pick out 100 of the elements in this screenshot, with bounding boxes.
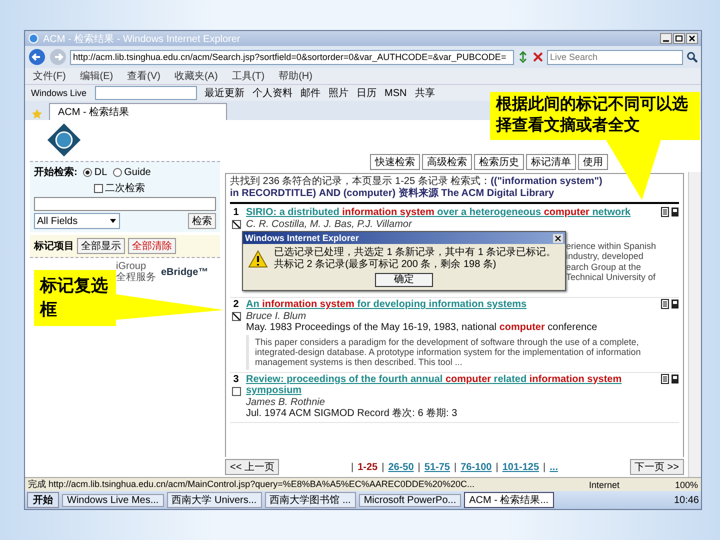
- page-separator: |: [496, 462, 498, 472]
- abstract-text: This paper considers a paradigm for the development of software through the use of a complete, integrated-design database. A prototype information system for the implementation of information management systems is then described. This tool ...: [255, 336, 642, 368]
- page-link[interactable]: ...: [550, 462, 558, 472]
- field-select[interactable]: All Fields: [34, 213, 120, 229]
- toolbar-link[interactable]: 最近更新: [204, 86, 245, 100]
- taskbar-button[interactable]: Windows Live Mes...: [62, 494, 164, 506]
- previous-page-button[interactable]: << 上一页: [225, 459, 280, 475]
- search-icon[interactable]: [686, 51, 698, 63]
- mark-checkbox[interactable]: [232, 220, 240, 229]
- result-number: 1: [233, 207, 239, 218]
- menu-item[interactable]: 编辑(E): [80, 69, 114, 83]
- toolbar-link[interactable]: 照片: [328, 86, 349, 100]
- result-source: May. 1983 Proceedings of the May 16-19, 1983, national computer conference: [246, 322, 598, 334]
- page-separator: |: [543, 462, 546, 472]
- fulltext-icon[interactable]: [671, 374, 679, 384]
- refine-checkbox[interactable]: 二次检索: [94, 181, 216, 195]
- result-source: Jul. 1974 ACM SIGMOD Record 卷次: 6 卷期: 3: [246, 408, 458, 420]
- query-field[interactable]: [34, 197, 216, 211]
- toolbar-link[interactable]: MSN: [384, 88, 407, 98]
- dialog-message: 已选记录已处理，共选定 1 条新记录，其中有 1 条记录已标记。: [274, 247, 556, 258]
- page-separator: |: [454, 462, 457, 472]
- result-authors: Bruce I. Blum: [246, 310, 308, 322]
- live-search-field[interactable]: [94, 86, 197, 100]
- stop-icon[interactable]: [532, 51, 544, 63]
- nav-button[interactable]: 高级检索: [422, 154, 472, 170]
- menu-item[interactable]: 文件(F): [33, 69, 66, 83]
- result-title-link[interactable]: An information system for developing information systems: [246, 299, 527, 310]
- taskbar-button[interactable]: ACM - 检索结果...: [464, 492, 554, 508]
- abstract-icon[interactable]: [661, 374, 669, 384]
- dialog-message: 共标记 2 条记录(最多可标记 200 条，剩余 198 条): [274, 258, 498, 270]
- abstract-icon[interactable]: [661, 299, 669, 309]
- globe-icon: [28, 33, 39, 44]
- result-title-link[interactable]: Review: proceedings of the fourth annual computer related information system symposium: [246, 374, 655, 397]
- page-link[interactable]: 51-75: [424, 462, 450, 472]
- taskbar-button[interactable]: Microsoft PowerPo...: [358, 494, 462, 506]
- marked-button[interactable]: 全部清除: [128, 238, 176, 254]
- taskbar-button[interactable]: 西南大学图书馆 ...: [264, 492, 356, 508]
- mark-checkbox[interactable]: [232, 386, 240, 396]
- toolbar-link[interactable]: 日历: [356, 86, 377, 100]
- windows-live-label: Windows Live: [31, 88, 87, 98]
- address-field[interactable]: http://acm.lib.tsinghua.edu.cn/acm/Search.jsp?sortfield=0&sortorder=0&var_AUTHCODE=&var_PUBCODE=: [70, 50, 514, 64]
- result-number: 2: [233, 299, 239, 310]
- result-title-link[interactable]: SIRIO: a distributed information system over a heterogeneous computer network: [246, 207, 631, 218]
- source-radio[interactable]: Guide: [113, 166, 151, 178]
- abstract-icon[interactable]: [661, 207, 669, 217]
- nav-button[interactable]: 标记清单: [526, 154, 576, 170]
- source-radio[interactable]: DL: [83, 166, 108, 178]
- nav-button[interactable]: 检索历史: [474, 154, 524, 170]
- result-authors: C. R. Costilla, M. J. Bas, P.J. Villamor: [246, 218, 413, 230]
- page-link[interactable]: 101-125: [502, 462, 540, 472]
- security-zone: Internet: [588, 480, 620, 490]
- toolbar-link[interactable]: 个人资料: [252, 86, 293, 100]
- status-text: 完成 http://acm.lib.tsinghua.edu.cn/acm/MainControl.jsp?query=%E8%BA%A5%EC%AAREC0DDE%20%20C...: [28, 478, 476, 491]
- star-icon[interactable]: [31, 108, 43, 120]
- toolbar-link[interactable]: 邮件: [300, 86, 321, 100]
- back-button[interactable]: [28, 48, 46, 66]
- maximize-button[interactable]: [673, 33, 685, 44]
- refresh-icon[interactable]: [517, 51, 529, 63]
- toolbar-link[interactable]: 共享: [414, 86, 435, 100]
- page-separator: |: [350, 462, 354, 472]
- page-link[interactable]: 26-50: [388, 462, 414, 472]
- menu-item[interactable]: 帮助(H): [278, 69, 312, 83]
- search-field[interactable]: Live Search: [547, 50, 683, 64]
- menu-item[interactable]: 查看(V): [127, 69, 160, 83]
- warning-icon: [248, 250, 268, 268]
- search-button[interactable]: 检索: [188, 213, 216, 229]
- page-separator: |: [418, 462, 420, 472]
- ebridge-logo: eBridge™: [161, 266, 208, 278]
- minimize-button[interactable]: [660, 33, 672, 44]
- marked-button[interactable]: 全部显示: [77, 238, 125, 254]
- marked-label: 标记项目: [34, 240, 74, 253]
- close-button[interactable]: [686, 33, 698, 44]
- partner-text: 全程服务: [116, 272, 156, 283]
- taskbar-button[interactable]: 西南大学 Univers...: [166, 492, 262, 508]
- menu-item[interactable]: 收藏夹(A): [174, 69, 218, 83]
- fulltext-icon[interactable]: [671, 207, 679, 217]
- dropdown-arrow-icon[interactable]: [109, 218, 117, 224]
- callout-box: 标记复选框: [34, 270, 116, 326]
- dialog-title: Windows Internet Explorer: [245, 233, 359, 244]
- partner-text: iGroup: [116, 261, 148, 272]
- next-page-button[interactable]: 下一页 >>: [630, 459, 684, 475]
- fulltext-icon[interactable]: [671, 299, 679, 309]
- browser-tab[interactable]: ACM - 检索结果: [49, 103, 227, 120]
- page-link[interactable]: 1-25: [358, 462, 378, 472]
- zoom-level[interactable]: 100%: [674, 480, 698, 490]
- menu-item[interactable]: 工具(T): [232, 69, 265, 83]
- start-button[interactable]: 开始: [27, 492, 59, 508]
- page-link[interactable]: 76-100: [460, 462, 492, 472]
- result-number: 3: [233, 374, 239, 385]
- callout-pointer: [606, 140, 661, 200]
- clock: 10:46: [674, 494, 699, 506]
- nav-button[interactable]: 使用: [578, 154, 608, 170]
- nav-button[interactable]: 快速检索: [370, 154, 420, 170]
- mark-checkbox[interactable]: [232, 312, 240, 321]
- page-separator: |: [382, 462, 384, 472]
- scrollbar[interactable]: [688, 172, 701, 477]
- result-authors: James B. Rothnie: [246, 396, 326, 408]
- close-button[interactable]: [553, 234, 563, 243]
- ok-button[interactable]: 确定: [375, 273, 433, 287]
- window-title: ACM - 检索结果 - Windows Internet Explorer: [43, 32, 242, 46]
